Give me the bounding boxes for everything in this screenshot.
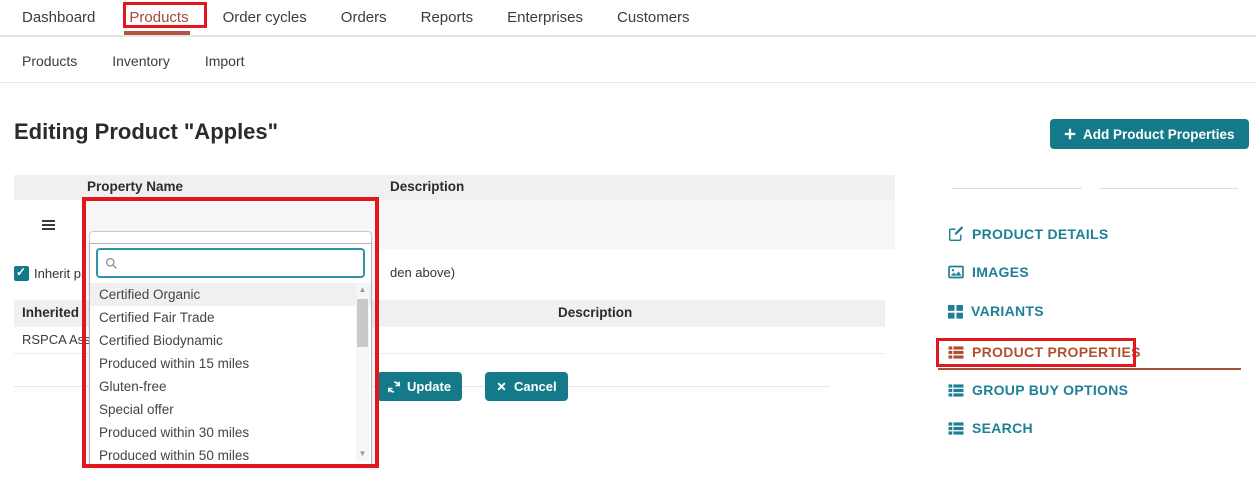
column-inherited: Inherited: [22, 305, 79, 320]
list-icon: [948, 421, 964, 436]
nav-item-customers[interactable]: Customers: [617, 0, 690, 36]
main-nav: Dashboard Products Order cycles Orders R…: [0, 0, 1256, 37]
update-button[interactable]: Update: [377, 372, 462, 401]
dropdown-option[interactable]: Gluten-free: [90, 375, 371, 398]
list-icon: [948, 345, 964, 360]
search-icon: [105, 257, 118, 270]
product-properties-table: Property Name Description ▼: [14, 175, 895, 249]
nav-item-products[interactable]: Products: [129, 0, 188, 36]
sidebar-divider: [952, 188, 1082, 189]
subnav-item-inventory[interactable]: Inventory: [112, 53, 170, 69]
products-sub-nav: Products Inventory Import: [0, 39, 1256, 83]
close-icon: [496, 381, 507, 392]
dropdown-option-list: Certified Organic Certified Fair Trade C…: [90, 283, 371, 464]
scroll-down-icon[interactable]: ▼: [356, 447, 369, 461]
active-tab-underline: [124, 31, 189, 35]
refresh-icon: [388, 381, 400, 393]
column-inherited-description: Description: [558, 305, 632, 320]
sidebar-divider: [1100, 188, 1238, 189]
drag-handle-icon: [42, 218, 55, 232]
column-description: Description: [390, 179, 464, 194]
add-product-properties-button[interactable]: Add Product Properties: [1050, 119, 1249, 149]
sidebar-item-group-buy-options[interactable]: GROUP BUY OPTIONS: [948, 382, 1128, 398]
edit-icon: [948, 226, 964, 242]
nav-item-order-cycles[interactable]: Order cycles: [223, 0, 307, 36]
property-dropdown-panel: Certified Organic Certified Fair Trade C…: [89, 243, 372, 465]
dropdown-option[interactable]: Certified Fair Trade: [90, 306, 371, 329]
sidebar-item-search[interactable]: SEARCH: [948, 420, 1033, 436]
inherited-property-name: RSPCA Ass: [22, 332, 91, 347]
list-icon: [948, 383, 964, 398]
image-icon: [948, 264, 964, 280]
column-property-name: Property Name: [87, 179, 183, 194]
dropdown-option[interactable]: Certified Organic: [90, 283, 371, 306]
properties-table-header: Property Name Description: [14, 175, 895, 200]
dropdown-option[interactable]: Produced within 15 miles: [90, 352, 371, 375]
scrollbar-thumb[interactable]: [357, 299, 368, 347]
admin-screen: Dashboard Products Order cycles Orders R…: [0, 0, 1256, 492]
inherit-properties-checkbox[interactable]: [14, 266, 29, 281]
dropdown-option[interactable]: Certified Biodynamic: [90, 329, 371, 352]
nav-item-dashboard[interactable]: Dashboard: [22, 0, 95, 36]
page-title: Editing Product "Apples": [14, 119, 278, 145]
cancel-button[interactable]: Cancel: [485, 372, 568, 401]
sidebar-item-variants[interactable]: VARIANTS: [948, 303, 1044, 319]
drag-handle[interactable]: [14, 200, 82, 249]
scroll-up-icon[interactable]: ▲: [356, 283, 369, 297]
subnav-item-import[interactable]: Import: [205, 53, 245, 69]
sidebar-item-product-details[interactable]: PRODUCT DETAILS: [948, 226, 1108, 242]
property-edit-row: ▼: [14, 200, 895, 249]
grid-icon: [948, 304, 963, 319]
nav-item-orders[interactable]: Orders: [341, 0, 387, 36]
plus-icon: [1064, 128, 1076, 140]
subnav-item-products[interactable]: Products: [22, 53, 77, 69]
inherit-label-left: Inherit pr: [34, 266, 85, 281]
dropdown-option[interactable]: Produced within 50 miles: [90, 444, 371, 464]
dropdown-search-input[interactable]: [124, 252, 359, 274]
nav-item-reports[interactable]: Reports: [421, 0, 474, 36]
sidebar-item-images[interactable]: IMAGES: [948, 264, 1029, 280]
active-sidebar-underline: [938, 368, 1241, 370]
dropdown-option[interactable]: Special offer: [90, 398, 371, 421]
dropdown-search-box: [96, 248, 365, 278]
dropdown-option[interactable]: Produced within 30 miles: [90, 421, 371, 444]
inherit-label-right: den above): [390, 265, 455, 280]
dropdown-scrollbar[interactable]: ▲ ▼: [356, 283, 369, 461]
inherit-properties-row: Inherit pr den above): [14, 264, 85, 282]
sidebar-item-product-properties[interactable]: PRODUCT PROPERTIES: [948, 344, 1141, 360]
nav-item-enterprises[interactable]: Enterprises: [507, 0, 583, 36]
